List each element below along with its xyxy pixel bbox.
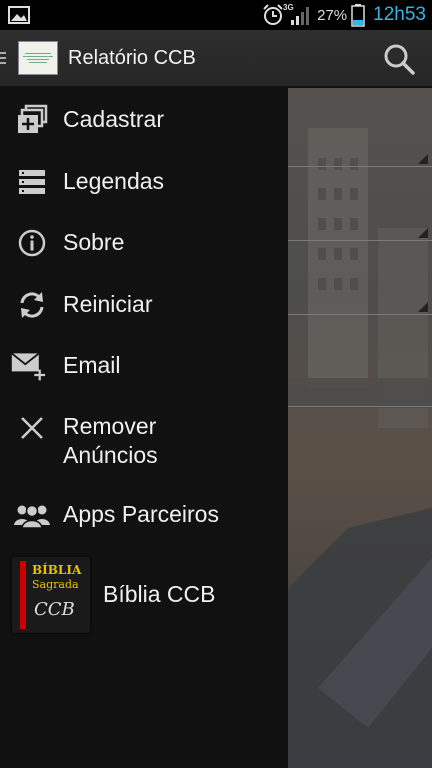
drawer-item-label: Email xyxy=(63,352,121,378)
refresh-icon xyxy=(14,287,50,323)
status-bar: 27% 12h53 3G xyxy=(0,0,432,30)
app-title: Relatório CCB xyxy=(68,46,196,69)
spinner-underline xyxy=(288,314,432,315)
drawer-item-label-line2: Anúncios xyxy=(63,442,158,468)
add-stack-icon xyxy=(14,102,50,138)
spinner-arrow-icon[interactable] xyxy=(418,154,428,164)
clock: 12h53 xyxy=(373,4,426,25)
spinner-arrow-icon[interactable] xyxy=(418,228,428,238)
battery-percent: 27% xyxy=(317,6,348,24)
bible-thumb-subtitle: Sagrada xyxy=(32,578,79,591)
background-content xyxy=(288,88,432,768)
app-logo-icon[interactable] xyxy=(18,41,58,75)
drawer-item-reiniciar[interactable]: Reiniciar xyxy=(0,285,288,325)
biblia-ccb-app-icon: BÍBLIA Sagrada CCB xyxy=(12,557,90,633)
battery-icon xyxy=(351,4,365,27)
list-icon xyxy=(14,164,50,200)
drawer-item-label: Reiniciar xyxy=(63,291,153,317)
drawer-item-email[interactable]: Email xyxy=(0,346,288,386)
drawer-item-label: Bíblia CCB xyxy=(103,581,216,607)
drawer-indicator-icon[interactable] xyxy=(0,52,8,64)
email-add-icon xyxy=(10,348,46,384)
bible-thumb-ccb: CCB xyxy=(34,599,75,620)
close-icon xyxy=(14,410,50,446)
spinner-underline xyxy=(288,406,432,407)
spinner-underline xyxy=(288,240,432,241)
drawer-item-apps-parceiros[interactable]: Apps Parceiros xyxy=(0,495,288,535)
network-type: 3G xyxy=(283,3,294,12)
image-icon xyxy=(8,6,30,24)
drawer-item-label: Apps Parceiros xyxy=(63,501,219,527)
drawer-item-label: Remover xyxy=(63,413,157,439)
search-icon[interactable] xyxy=(382,42,416,76)
drawer-item-label: Legendas xyxy=(63,168,165,194)
bible-thumb-title: BÍBLIA xyxy=(32,563,82,577)
bible-spine xyxy=(20,561,26,629)
drawer-item-legendas[interactable]: Legendas xyxy=(0,162,288,202)
drawer-item-cadastrar[interactable]: Cadastrar xyxy=(0,100,288,140)
drawer-item-label: Sobre xyxy=(63,229,125,255)
spinner-arrow-icon[interactable] xyxy=(418,302,428,312)
action-bar: Relatório CCB xyxy=(0,30,432,88)
spinner-underline xyxy=(288,166,432,167)
info-icon xyxy=(14,225,50,261)
drawer-item-sobre[interactable]: Sobre xyxy=(0,223,288,263)
alarm-icon xyxy=(263,4,283,25)
drawer-item-label: Cadastrar xyxy=(63,106,164,132)
drawer-item-remover-anuncios[interactable]: Remover Anúncios xyxy=(0,408,288,470)
navigation-drawer: Cadastrar Legendas Sobre Reiniciar Email… xyxy=(0,88,288,768)
drawer-item-biblia-ccb[interactable]: BÍBLIA Sagrada CCB Bíblia CCB xyxy=(0,557,288,633)
people-icon xyxy=(14,497,50,533)
background-image xyxy=(288,128,432,768)
